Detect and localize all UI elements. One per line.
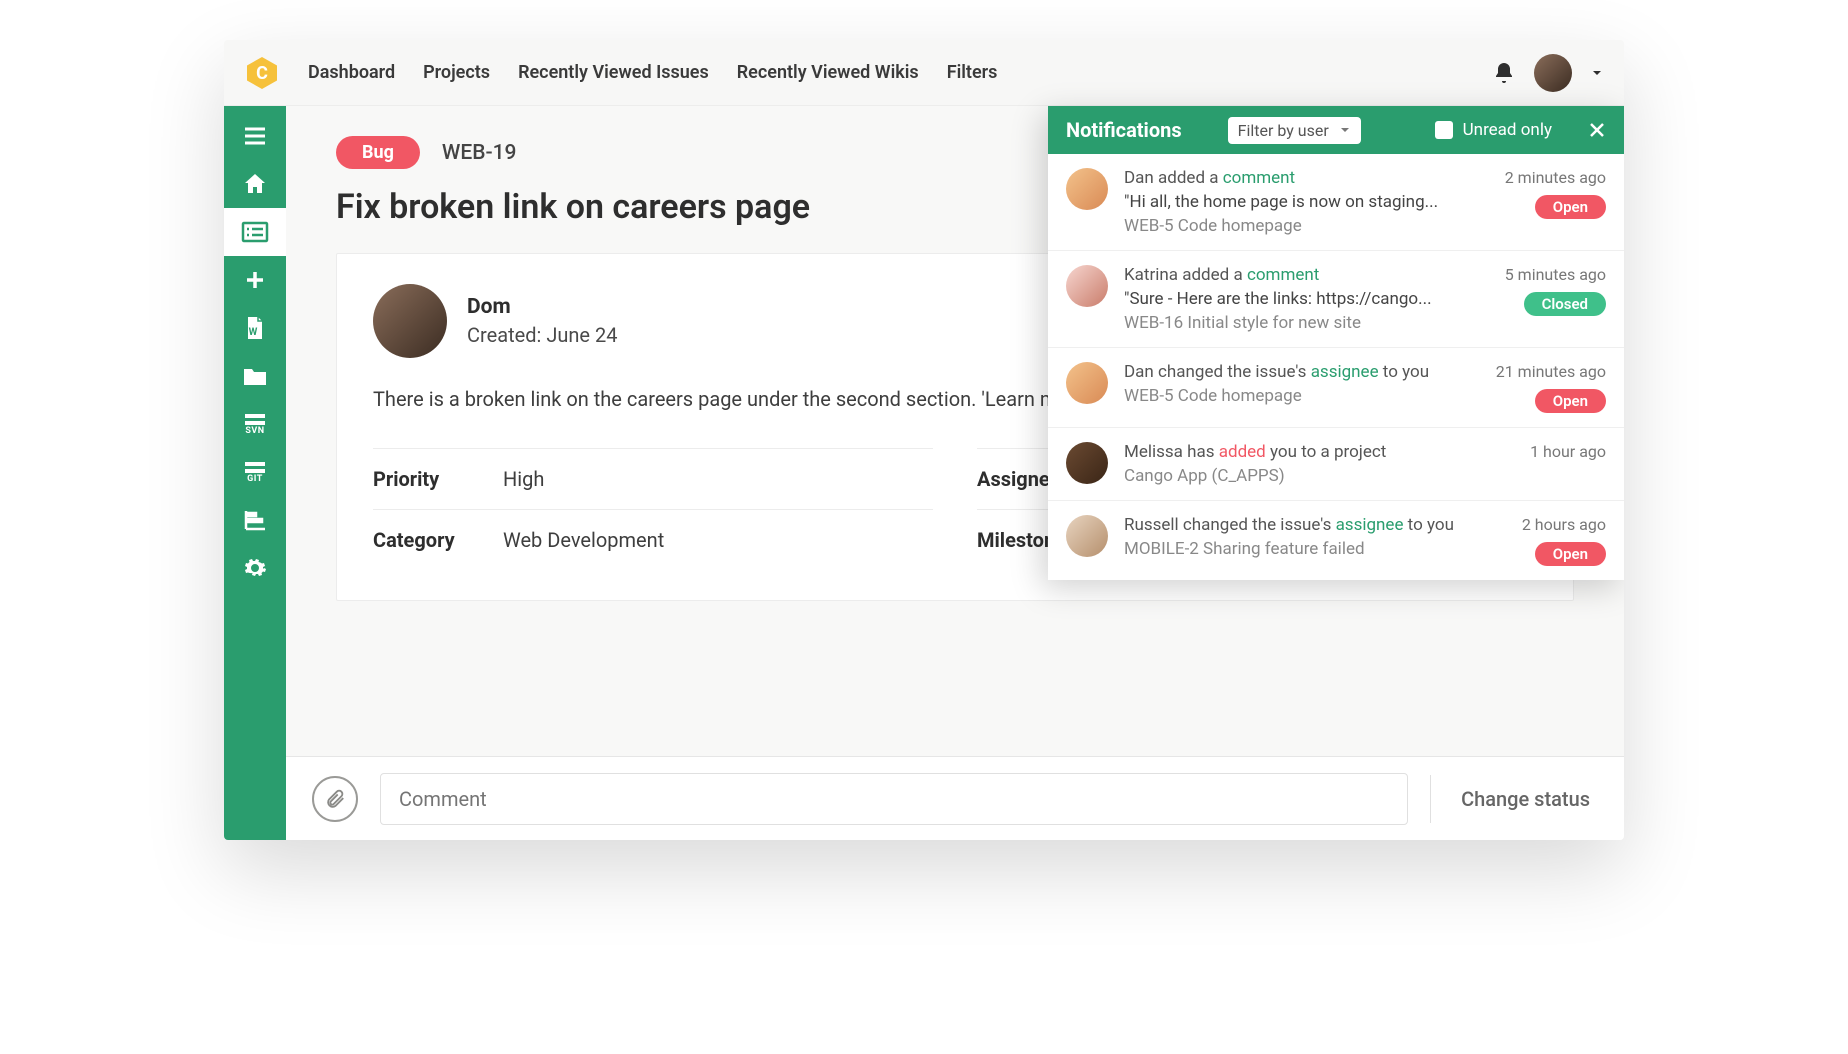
- status-badge: Open: [1535, 389, 1606, 413]
- meta-priority-value: High: [503, 467, 544, 491]
- meta-category-value: Web Development: [503, 528, 664, 552]
- notification-meta: 1 hour ago: [1530, 442, 1606, 486]
- notification-body: Dan added a comment "Hi all, the home pag…: [1124, 168, 1489, 236]
- notification-body: Dan changed the issue's assignee to you W…: [1124, 362, 1480, 413]
- author-name: Dom: [467, 295, 617, 319]
- comment-input[interactable]: [380, 773, 1408, 825]
- notification-time: 5 minutes ago: [1505, 265, 1606, 284]
- sidebar-svn[interactable]: SVN: [224, 400, 286, 448]
- top-nav: C Dashboard Projects Recently Viewed Iss…: [224, 40, 1624, 106]
- logo[interactable]: C: [244, 55, 280, 91]
- notification-context: WEB-5 Code homepage: [1124, 386, 1480, 406]
- notifications-title: Notifications: [1066, 118, 1182, 142]
- sidebar-menu[interactable]: [224, 112, 286, 160]
- divider: [1430, 775, 1431, 823]
- bell-icon[interactable]: [1492, 61, 1516, 85]
- svg-text:W: W: [249, 327, 258, 338]
- notification-action: Melissa has added you to a project: [1124, 442, 1514, 462]
- notification-avatar: [1066, 442, 1108, 484]
- attach-button[interactable]: [312, 776, 358, 822]
- status-badge: Open: [1535, 542, 1606, 566]
- sidebar-git-label: GIT: [247, 474, 263, 484]
- notification-avatar: [1066, 265, 1108, 307]
- nav-filters[interactable]: Filters: [947, 62, 998, 83]
- notification-body: Melissa has added you to a project Cango …: [1124, 442, 1514, 486]
- user-avatar[interactable]: [1534, 54, 1572, 92]
- notification-item[interactable]: Russell changed the issue's assignee to …: [1048, 501, 1624, 580]
- nav-recent-issues[interactable]: Recently Viewed Issues: [518, 62, 709, 83]
- sidebar-git[interactable]: GIT: [224, 448, 286, 496]
- unread-only-toggle[interactable]: Unread only: [1435, 120, 1552, 140]
- user-menu-caret-icon[interactable]: [1590, 66, 1604, 80]
- notification-action: Katrina added a comment: [1124, 265, 1489, 285]
- notification-excerpt: "Sure - Here are the links: https://cang…: [1124, 289, 1489, 309]
- sidebar-add[interactable]: [224, 256, 286, 304]
- sidebar-files[interactable]: [224, 352, 286, 400]
- notification-item[interactable]: Dan changed the issue's assignee to you W…: [1048, 348, 1624, 428]
- left-sidebar: W SVN GIT: [224, 106, 286, 840]
- notifications-panel: Notifications Filter by user Unread only…: [1048, 106, 1624, 580]
- notification-context: WEB-5 Code homepage: [1124, 216, 1489, 236]
- nav-projects[interactable]: Projects: [423, 62, 490, 83]
- nav-links: Dashboard Projects Recently Viewed Issue…: [308, 62, 997, 83]
- status-badge: Open: [1535, 195, 1606, 219]
- notification-avatar: [1066, 168, 1108, 210]
- notification-action: Dan changed the issue's assignee to you: [1124, 362, 1480, 382]
- unread-checkbox[interactable]: [1435, 121, 1453, 139]
- notification-context: Cango App (C_APPS): [1124, 466, 1514, 486]
- notification-meta: 5 minutes ago Closed: [1505, 265, 1606, 333]
- notification-avatar: [1066, 515, 1108, 557]
- issue-type-badge: Bug: [336, 136, 420, 169]
- sidebar-gantt[interactable]: [224, 496, 286, 544]
- notification-avatar: [1066, 362, 1108, 404]
- svg-text:C: C: [256, 63, 268, 84]
- notifications-header: Notifications Filter by user Unread only: [1048, 106, 1624, 154]
- sidebar-issues[interactable]: [224, 208, 286, 256]
- meta-priority-label: Priority: [373, 467, 503, 491]
- notification-item[interactable]: Katrina added a comment "Sure - Here are …: [1048, 251, 1624, 348]
- sidebar-settings[interactable]: [224, 544, 286, 592]
- sidebar-svn-label: SVN: [245, 426, 264, 436]
- meta-category: Category Web Development: [373, 509, 933, 570]
- change-status-button[interactable]: Change status: [1453, 787, 1598, 811]
- comment-bar: Change status: [286, 756, 1624, 840]
- notifications-list: Dan added a comment "Hi all, the home pag…: [1048, 154, 1624, 580]
- close-notifications-button[interactable]: [1588, 121, 1606, 139]
- notification-body: Russell changed the issue's assignee to …: [1124, 515, 1506, 566]
- meta-category-label: Category: [373, 528, 503, 552]
- notification-meta: 2 hours ago Open: [1522, 515, 1606, 566]
- unread-label: Unread only: [1463, 120, 1552, 140]
- topnav-right: [1492, 54, 1604, 92]
- notification-time: 1 hour ago: [1530, 442, 1606, 461]
- notification-action: Dan added a comment: [1124, 168, 1489, 188]
- notification-context: WEB-16 Initial style for new site: [1124, 313, 1489, 333]
- notification-meta: 21 minutes ago Open: [1496, 362, 1606, 413]
- nav-recent-wikis[interactable]: Recently Viewed Wikis: [737, 62, 919, 83]
- filter-label: Filter by user: [1238, 121, 1329, 140]
- sidebar-home[interactable]: [224, 160, 286, 208]
- nav-dashboard[interactable]: Dashboard: [308, 62, 395, 83]
- notification-item[interactable]: Dan added a comment "Hi all, the home pag…: [1048, 154, 1624, 251]
- notification-time: 2 hours ago: [1522, 515, 1606, 534]
- sidebar-wiki[interactable]: W: [224, 304, 286, 352]
- notification-time: 21 minutes ago: [1496, 362, 1606, 381]
- filter-by-user-select[interactable]: Filter by user: [1228, 117, 1361, 144]
- notification-body: Katrina added a comment "Sure - Here are …: [1124, 265, 1489, 333]
- notification-time: 2 minutes ago: [1505, 168, 1606, 187]
- notification-action: Russell changed the issue's assignee to …: [1124, 515, 1506, 535]
- issue-key: WEB-19: [442, 141, 517, 165]
- author-avatar: [373, 284, 447, 358]
- notification-excerpt: "Hi all, the home page is now on staging…: [1124, 192, 1489, 212]
- notification-item[interactable]: Melissa has added you to a project Cango …: [1048, 428, 1624, 501]
- meta-priority: Priority High: [373, 448, 933, 509]
- notification-context: MOBILE-2 Sharing feature failed: [1124, 539, 1506, 559]
- created-label: Created: June 24: [467, 323, 617, 347]
- status-badge: Closed: [1524, 292, 1606, 316]
- app-window: C Dashboard Projects Recently Viewed Iss…: [224, 40, 1624, 840]
- notification-meta: 2 minutes ago Open: [1505, 168, 1606, 236]
